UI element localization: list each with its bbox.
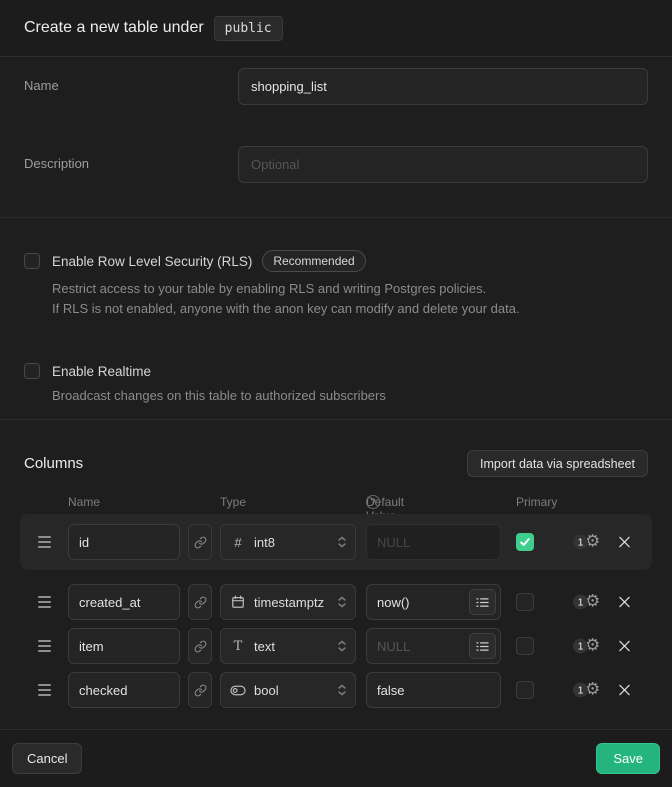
column-name-input[interactable] [68,672,180,708]
realtime-checkbox[interactable] [24,363,40,379]
remove-column-button[interactable] [616,534,633,551]
rls-option: Enable Row Level Security (RLS) Recommen… [24,250,648,319]
name-label: Name [24,68,238,105]
schema-badge: public [214,16,283,41]
column-row-created-at: timestamptz 1 ⚙ [24,584,648,620]
hash-icon: # [229,535,247,550]
settings-count-badge: 1 [573,535,588,550]
question-circle-icon[interactable]: ? [366,495,380,509]
column-row-checked: bool 1 ⚙ [24,672,648,708]
foreign-key-button[interactable] [188,628,212,664]
realtime-description: Broadcast changes on this table to autho… [52,386,648,406]
toggle-icon [229,685,247,696]
rls-checkbox[interactable] [24,253,40,269]
columns-grid-headers: Name Type Default Value ? Primary [24,495,648,510]
columns-title: Columns [24,455,83,472]
foreign-key-button[interactable] [188,672,212,708]
col-header-type: Type [220,495,246,509]
column-type-select[interactable]: # int8 [220,524,356,560]
settings-count-badge: 1 [573,595,588,610]
link-icon [194,684,207,697]
drag-handle-icon[interactable] [34,680,55,700]
create-table-panel: Create a new table under public Name Des… [0,0,672,787]
realtime-option: Enable Realtime Broadcast changes on thi… [24,363,648,406]
close-icon [618,684,631,697]
chevron-updown-icon [336,683,348,697]
column-settings-button[interactable]: 1 ⚙ [573,682,600,699]
primary-checkbox[interactable] [516,593,534,611]
panel-title: Create a new table under [24,19,204,37]
remove-column-button[interactable] [616,638,633,655]
column-row-item: T text 1 ⚙ [24,628,648,664]
rls-description: Restrict access to your table by enablin… [52,279,648,319]
column-type-select[interactable]: timestamptz [220,584,356,620]
settings-count-badge: 1 [573,639,588,654]
link-icon [194,596,207,609]
column-row-id: # int8 1 ⚙ [24,514,648,570]
remove-column-button[interactable] [616,594,633,611]
primary-checkbox[interactable] [516,681,534,699]
link-icon [194,536,207,549]
column-name-input[interactable] [68,584,180,620]
table-name-input[interactable] [238,68,648,105]
settings-count-badge: 1 [573,683,588,698]
column-settings-button[interactable]: 1 ⚙ [573,594,600,611]
drag-handle-icon[interactable] [34,592,55,612]
table-options-section: Enable Row Level Security (RLS) Recommen… [0,218,672,420]
column-default-input[interactable] [366,672,501,708]
list-icon [476,641,489,652]
rls-label: Enable Row Level Security (RLS) [52,254,252,269]
col-header-name: Name [68,495,100,509]
table-info-section: Name Description [0,57,672,218]
foreign-key-button[interactable] [188,524,212,560]
column-settings-button[interactable]: 1 ⚙ [573,638,600,655]
panel-footer: Cancel Save [0,730,672,787]
panel-header: Create a new table under public [0,0,672,57]
realtime-label: Enable Realtime [52,364,151,379]
column-type-select[interactable]: bool [220,672,356,708]
cancel-button[interactable]: Cancel [12,743,82,774]
col-header-primary: Primary [516,495,557,509]
chevron-updown-icon [336,595,348,609]
calendar-icon [229,595,247,609]
drag-handle-icon[interactable] [34,532,55,552]
close-icon [618,640,631,653]
import-spreadsheet-button[interactable]: Import data via spreadsheet [467,450,648,477]
column-name-input[interactable] [68,524,180,560]
remove-column-button[interactable] [616,682,633,699]
primary-checkbox[interactable] [516,637,534,655]
foreign-key-button[interactable] [188,584,212,620]
close-icon [618,536,631,549]
drag-handle-icon[interactable] [34,636,55,656]
table-description-input[interactable] [238,146,648,183]
primary-checkbox[interactable] [516,533,534,551]
link-icon [194,640,207,653]
check-icon [519,536,531,548]
save-button[interactable]: Save [596,743,660,774]
text-icon: T [229,639,247,654]
close-icon [618,596,631,609]
column-type-select[interactable]: T text [220,628,356,664]
recommended-badge: Recommended [262,250,365,272]
list-icon [476,597,489,608]
column-rows: # int8 1 ⚙ [24,514,648,708]
default-suggestions-button[interactable] [469,589,496,615]
default-suggestions-button[interactable] [469,633,496,659]
chevron-updown-icon [336,535,348,549]
chevron-updown-icon [336,639,348,653]
columns-section: Columns Import data via spreadsheet Name… [0,420,672,730]
column-settings-button[interactable]: 1 ⚙ [573,534,600,551]
column-default-input [366,524,501,560]
column-name-input[interactable] [68,628,180,664]
description-label: Description [24,146,238,183]
